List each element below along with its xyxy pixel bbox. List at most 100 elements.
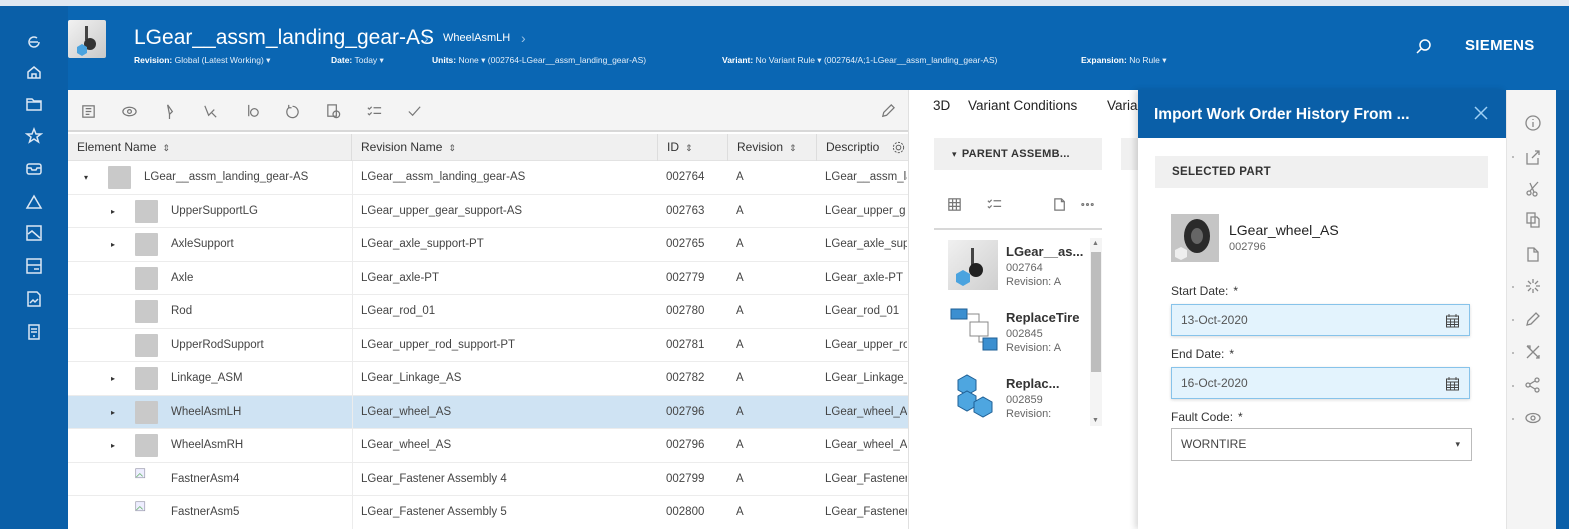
header: LGear__assm_landing_gear-AS › WheelAsmLH… [68, 6, 1569, 90]
table-row[interactable]: UpperRodSupport LGear_upper_rod_support-P… [68, 328, 908, 362]
report-icon[interactable] [24, 289, 44, 309]
calendar-icon[interactable] [1445, 313, 1460, 328]
checklist-icon[interactable] [984, 194, 1004, 214]
info-icon[interactable] [1524, 114, 1542, 132]
explode-icon[interactable] [1524, 277, 1542, 295]
tools-icon[interactable] [1524, 343, 1542, 361]
table-row[interactable]: ▸ WheelAsmLH LGear_wheel_AS 002796 A LGear_wh… [68, 395, 908, 429]
table-row[interactable]: ▸ UpperSupportLG LGear_upper_gear_support-… [68, 194, 908, 228]
expand-icon[interactable]: ▸ [111, 375, 119, 383]
undo-icon[interactable] [282, 101, 302, 121]
expand-icon[interactable]: ▸ [111, 442, 119, 450]
share-icon[interactable] [1524, 376, 1542, 394]
scrollbar-thumb[interactable] [1091, 252, 1101, 372]
check-icon[interactable] [404, 101, 424, 121]
search-icon[interactable] [1413, 36, 1435, 58]
compare-icon[interactable] [323, 101, 343, 121]
calendar-icon[interactable] [1445, 376, 1460, 391]
revision-rule[interactable]: Revision: Global (Latest Working) ▾ [134, 55, 270, 66]
units-rule[interactable]: Units: None ▾ (002764-LGear__assm_landin… [432, 55, 646, 66]
table-row[interactable]: ▸ Linkage_ASM LGear_Linkage_AS 002782 A LGear… [68, 362, 908, 396]
tab-3d[interactable]: 3D [933, 98, 950, 113]
id-cell: 002796 [666, 439, 705, 451]
table-row[interactable]: FastnerAsm5 LGear_Fastener Assembly 5 0028… [68, 496, 908, 529]
archive-icon[interactable] [24, 256, 44, 276]
element-name-cell: UpperSupportLG [171, 204, 258, 217]
table-row[interactable]: ▾ LGear__assm_landing_gear-AS LGear__assm_… [68, 161, 908, 195]
fault-code-select[interactable]: WORNTIRE ▾ [1171, 428, 1472, 461]
gear-icon[interactable] [891, 140, 906, 155]
table-row[interactable]: Rod LGear_rod_01 002780 A LGear_rod_01 [68, 295, 908, 329]
markup-icon[interactable] [200, 101, 220, 121]
paste-icon[interactable] [1524, 245, 1542, 263]
column-header-element-name[interactable]: Element Name ⇕ [68, 134, 352, 161]
paste-icon[interactable] [1050, 194, 1070, 214]
column-header-revision[interactable]: Revision ⇕ [728, 134, 817, 161]
revision-name-cell: LGear_Linkage_AS [361, 372, 462, 384]
list-item[interactable]: ReplaceTire 002845 Revision: A [944, 304, 1094, 366]
sort-icon[interactable]: ⇕ [685, 143, 693, 153]
date-rule[interactable]: Date: Today ▾ [331, 55, 384, 66]
revision-cell: A [736, 506, 744, 518]
variant-rule[interactable]: Variant: No Variant Rule ▾ (002764/A;1-L… [722, 55, 997, 66]
table-view-icon[interactable] [944, 194, 964, 214]
list-scrollbar[interactable]: ▲ ▼ [1090, 238, 1102, 426]
end-date-field[interactable]: 16-Oct-2020 [1171, 367, 1470, 399]
copy-icon[interactable] [1524, 211, 1542, 229]
open-in-icon[interactable] [1524, 148, 1542, 166]
breadcrumb-item[interactable]: WheelAsmLH [443, 32, 510, 44]
star-icon[interactable] [24, 126, 44, 146]
adjacent-section-header[interactable] [1121, 138, 1139, 170]
variant-value: No Variant Rule ▾ [755, 55, 822, 65]
revision-name-cell: LGear_upper_gear_support-AS [361, 204, 523, 217]
column-header-id[interactable]: ID ⇕ [658, 134, 728, 161]
measure-icon[interactable] [242, 101, 262, 121]
image-icon[interactable] [24, 223, 44, 243]
table-row[interactable]: Axle LGear_axle-PT 002779 A LGear_axle-PT [68, 261, 908, 295]
edit-icon[interactable] [1524, 310, 1542, 328]
pencil-icon[interactable] [877, 101, 897, 121]
expand-icon[interactable]: ▸ [111, 207, 119, 216]
structure-icon[interactable] [78, 101, 98, 121]
expand-icon[interactable] [111, 308, 119, 316]
expand-icon[interactable] [111, 342, 119, 350]
parent-assemblies-section-header[interactable]: ▾ PARENT ASSEMB... [934, 138, 1102, 170]
pin-icon[interactable] [159, 101, 179, 121]
list-item[interactable]: LGear__as... 002764 Revision: A [944, 238, 1094, 300]
scroll-up-icon[interactable]: ▲ [1092, 240, 1099, 247]
cut-icon[interactable] [1524, 180, 1542, 198]
expansion-rule[interactable]: Expansion: No Rule ▾ [1081, 55, 1167, 66]
table-row[interactable]: ▸ AxleSupport LGear_axle_support-PT 002765 A… [68, 228, 908, 262]
expand-icon[interactable]: ▸ [111, 241, 119, 249]
collapse-icon[interactable]: ▾ [84, 174, 92, 182]
sort-icon[interactable]: ⇕ [789, 143, 797, 153]
checklist-icon[interactable] [364, 101, 384, 121]
sort-icon[interactable]: ⇕ [448, 143, 456, 153]
units-label: Units: [432, 55, 457, 65]
folder-icon[interactable] [24, 94, 44, 114]
inbox-icon[interactable] [24, 158, 44, 178]
expand-icon[interactable] [111, 509, 119, 517]
list-item[interactable]: Replac... 002859 Revision: [944, 370, 1094, 432]
close-icon[interactable] [1472, 104, 1490, 122]
table-row[interactable]: ▸ WheelAsmRH LGear_wheel_AS 002796 A LGear_wh… [68, 429, 908, 463]
change-icon[interactable] [24, 192, 44, 212]
expand-icon[interactable] [111, 275, 119, 283]
more-icon[interactable] [1077, 194, 1097, 214]
column-header-revision-name[interactable]: Revision Name ⇕ [352, 134, 658, 161]
sort-icon[interactable]: ⇕ [162, 143, 170, 153]
view-icon[interactable] [1524, 409, 1542, 427]
expand-icon[interactable]: ▸ [111, 408, 119, 417]
visibility-icon[interactable] [119, 101, 139, 121]
back-icon[interactable] [24, 32, 44, 52]
scroll-down-icon[interactable]: ▼ [1092, 417, 1099, 424]
start-date-field[interactable]: 13-Oct-2020 [1171, 304, 1470, 336]
column-header-description[interactable]: Descriptio [817, 134, 908, 161]
tab-variant-conditions[interactable]: Variant Conditions [968, 98, 1077, 113]
document-icon[interactable] [24, 322, 44, 342]
tab-variants[interactable]: Varia [1107, 98, 1138, 113]
table-row[interactable]: FastnerAsm4 LGear_Fastener Assembly 4 0027… [68, 462, 908, 496]
expand-icon[interactable] [111, 476, 119, 484]
home-icon[interactable] [24, 62, 44, 82]
item-title: ReplaceTire [1006, 310, 1080, 325]
